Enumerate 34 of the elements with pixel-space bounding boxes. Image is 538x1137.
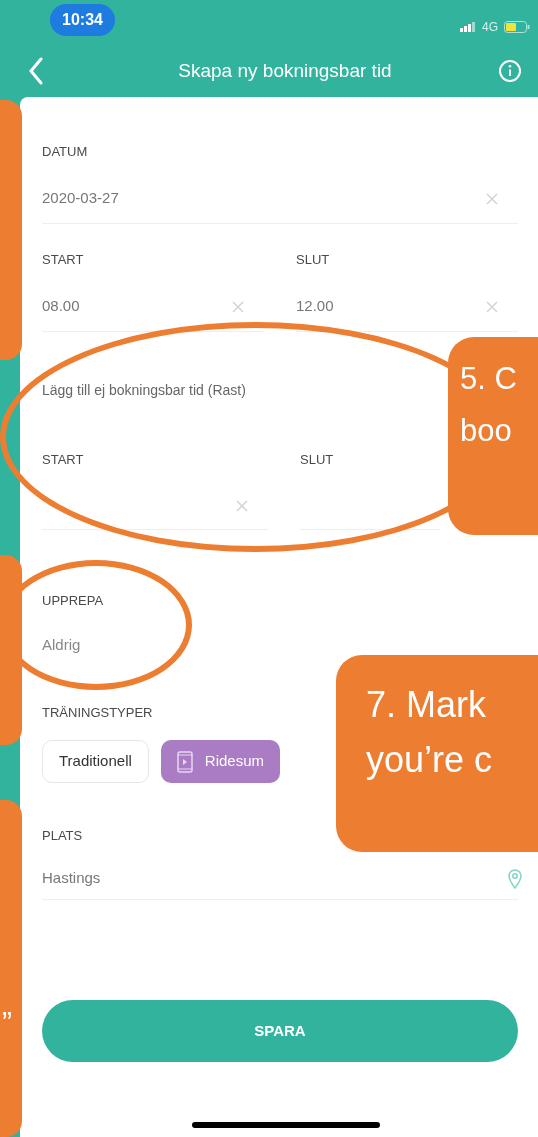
- clear-icon[interactable]: [232, 300, 244, 313]
- field-label: UPPREPA: [42, 592, 104, 611]
- battery-icon: [504, 20, 530, 33]
- screen-title: Skapa ny bokningsbar tid: [177, 58, 393, 83]
- field-label: PLATS: [42, 827, 83, 846]
- training-type-chip[interactable]: Ridesum: [160, 740, 280, 783]
- signal-icon: [460, 21, 476, 32]
- annotation-text: boo: [460, 412, 513, 450]
- annotation-text: 5. C: [460, 360, 518, 398]
- phone-icon: [176, 750, 193, 773]
- location-pin-icon: [508, 868, 522, 889]
- place-field[interactable]: Hastings: [42, 858, 518, 900]
- field-label: SLUT: [296, 251, 330, 270]
- repeat-value[interactable]: Aldrig: [42, 623, 528, 668]
- clear-icon[interactable]: [486, 192, 498, 205]
- status-time: 10:34: [50, 3, 115, 36]
- section-title: Lägg till ej bokningsbar tid (Rast): [42, 380, 246, 400]
- annotation-text: 7. Mark: [366, 683, 488, 727]
- annotation-text: ”: [2, 1004, 13, 1040]
- field-label: START: [42, 451, 84, 470]
- field-label: START: [42, 251, 84, 270]
- time-field[interactable]: 08.00: [42, 282, 264, 332]
- field-label: TRÄNINGSTYPER: [42, 704, 153, 723]
- field-label: SLUT: [300, 451, 334, 470]
- clear-icon[interactable]: [486, 300, 498, 313]
- training-type-chip[interactable]: Traditionell: [42, 740, 149, 783]
- annotation-text: you’re c: [366, 738, 494, 782]
- field-label: DATUM: [42, 143, 88, 162]
- clear-icon[interactable]: [236, 499, 248, 512]
- info-button[interactable]: [498, 59, 522, 83]
- time-field[interactable]: 12.00: [296, 282, 518, 332]
- date-field[interactable]: 2020-03-27: [42, 174, 518, 224]
- save-button[interactable]: SPARA: [42, 1000, 518, 1062]
- network-label: 4G: [482, 18, 498, 36]
